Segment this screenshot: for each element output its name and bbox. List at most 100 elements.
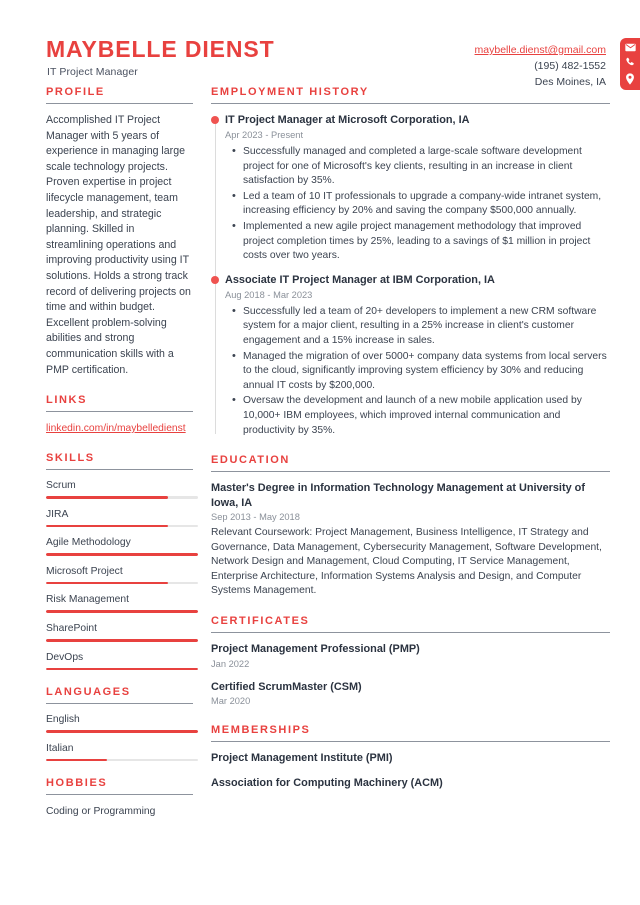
section-rule: [211, 741, 610, 743]
section-rule: [46, 411, 193, 413]
skill-item: JIRA: [46, 508, 198, 528]
right-column: EMPLOYMENT HISTORY IT Project Manager at…: [203, 86, 640, 806]
section-heading-languages: LANGUAGES: [46, 686, 131, 699]
employment-title: IT Project Manager at Microsoft Corporat…: [225, 114, 470, 126]
resume-header: MAYBELLE DIENST IT Project Manager maybe…: [0, 0, 640, 90]
section-hobbies: HOBBIES Coding or Programming: [46, 777, 193, 819]
skill-item: Scrum: [46, 479, 198, 499]
skill-bar-track: [46, 639, 198, 642]
employment-dates: Aug 2018 - Mar 2023: [225, 289, 313, 300]
education-entry: Master's Degree in Information Technolog…: [211, 481, 610, 599]
section-rule: [211, 632, 610, 634]
skill-label: SharePoint: [46, 623, 97, 635]
timeline-dot-icon: [211, 275, 219, 284]
section-skills: SKILLS Scrum JIRA Agile Methodology Micr…: [46, 452, 198, 671]
section-profile: PROFILE Accomplished IT Project Manager …: [46, 86, 193, 378]
left-column: PROFILE Accomplished IT Project Manager …: [0, 86, 203, 835]
certificate-dates: Jan 2022: [211, 658, 250, 669]
contact-location: Des Moines, IA: [534, 76, 606, 88]
certificate-dates: Mar 2020: [211, 696, 251, 707]
section-heading-memberships: MEMBERSHIPS: [211, 724, 311, 737]
section-rule: [211, 471, 610, 473]
phone-icon: [625, 57, 636, 68]
employment-title: Associate IT Project Manager at IBM Corp…: [225, 273, 495, 286]
contact-icon-bar: [620, 38, 640, 90]
resume-page: MAYBELLE DIENST IT Project Manager maybe…: [0, 0, 640, 905]
languages-list: English Italian: [46, 713, 198, 762]
employment-timeline: IT Project Manager at Microsoft Corporat…: [211, 113, 610, 438]
section-rule: [46, 794, 193, 796]
section-links: LINKS linkedin.com/in/maybelledienst: [46, 394, 193, 436]
skill-bar-track: [46, 581, 198, 585]
skill-bar-track: [46, 524, 198, 528]
bullet-item: Implemented a new agile project manageme…: [232, 219, 610, 264]
language-item: English: [46, 713, 198, 733]
skill-item: SharePoint: [46, 622, 198, 642]
language-bar-fill: [46, 758, 107, 762]
skill-bar-track: [46, 496, 198, 499]
skill-item: Risk Management: [46, 593, 198, 614]
bullet-item: Managed the migration of over 5000+ comp…: [232, 349, 610, 394]
profile-text: Accomplished IT Project Manager with 5 y…: [46, 114, 191, 376]
skill-bar-fill: [46, 496, 168, 499]
skill-label: Risk Management: [46, 594, 129, 606]
bullet-item: Successfully led a team of 20+ developer…: [232, 304, 610, 349]
membership-item: Project Management Institute (PMI): [211, 752, 393, 765]
employment-dates: Apr 2023 - Present: [225, 130, 304, 140]
section-employment-history: EMPLOYMENT HISTORY IT Project Manager at…: [211, 86, 610, 438]
education-dates: Sep 2013 - May 2018: [211, 512, 300, 523]
skill-bar-fill: [46, 639, 198, 642]
skill-bar-track: [46, 667, 198, 671]
certificate-entry: Project Management Professional (PMP) Ja…: [211, 642, 610, 671]
skill-item: Microsoft Project: [46, 565, 198, 585]
education-description: Relevant Coursework: Project Management,…: [211, 527, 602, 597]
skill-bar-track: [46, 610, 198, 614]
language-label: Italian: [46, 742, 74, 754]
employment-entry: Associate IT Project Manager at IBM Corp…: [211, 273, 610, 438]
language-bar-track: [46, 730, 198, 733]
skill-label: Agile Methodology: [46, 537, 131, 549]
skill-item: Agile Methodology: [46, 536, 198, 556]
skill-label: JIRA: [46, 508, 69, 520]
timeline-dot-icon: [211, 116, 219, 124]
envelope-icon: [624, 43, 636, 52]
employment-bullets: Successfully led a team of 20+ developer…: [225, 304, 610, 438]
links-list: linkedin.com/in/maybelledienst: [46, 421, 193, 436]
certificate-title: Project Management Professional (PMP): [211, 643, 420, 656]
section-rule: [46, 469, 193, 471]
section-heading-profile: PROFILE: [46, 86, 105, 98]
contact-phone: (195) 482-1552: [534, 60, 606, 72]
skill-label: DevOps: [46, 651, 84, 663]
skill-bar-fill: [46, 667, 198, 671]
employment-bullets: Successfully managed and completed a lar…: [225, 144, 610, 264]
section-rule: [46, 703, 193, 705]
location-pin-icon: [625, 73, 635, 85]
education-title: Master's Degree in Information Technolog…: [211, 482, 585, 509]
contact-details: maybelle.dienst@gmail.com (195) 482-1552…: [475, 42, 606, 90]
employment-entry: IT Project Manager at Microsoft Corporat…: [211, 113, 610, 264]
skill-label: Scrum: [46, 480, 76, 492]
certificate-entry: Certified ScrumMaster (CSM) Mar 2020: [211, 680, 610, 709]
skill-bar-fill: [46, 610, 198, 614]
bullet-item: Successfully managed and completed a lar…: [232, 144, 610, 189]
language-item: Italian: [46, 742, 198, 762]
section-heading-certificates: CERTIFICATES: [211, 615, 310, 628]
certificate-title: Certified ScrumMaster (CSM): [211, 680, 362, 693]
section-rule: [211, 103, 610, 104]
language-bar-fill: [46, 730, 198, 733]
skills-list: Scrum JIRA Agile Methodology Microsoft P…: [46, 479, 198, 671]
section-heading-education: EDUCATION: [211, 454, 290, 467]
skill-bar-fill: [46, 553, 198, 556]
skill-bar-fill: [46, 524, 168, 528]
contact-email[interactable]: maybelle.dienst@gmail.com: [475, 42, 606, 58]
section-heading-skills: SKILLS: [46, 452, 95, 465]
section-heading-hobbies: HOBBIES: [46, 777, 108, 790]
candidate-name: MAYBELLE DIENST: [46, 36, 275, 62]
section-rule: [46, 103, 193, 104]
bullet-item: Led a team of 10 IT professionals to upg…: [232, 189, 610, 219]
link-item[interactable]: linkedin.com/in/maybelledienst: [46, 421, 193, 436]
section-education: EDUCATION Master's Degree in Information…: [211, 454, 610, 599]
language-label: English: [46, 714, 80, 726]
membership-item: Association for Computing Machinery (ACM…: [211, 776, 443, 789]
hobby-item: Coding or Programming: [46, 806, 156, 818]
